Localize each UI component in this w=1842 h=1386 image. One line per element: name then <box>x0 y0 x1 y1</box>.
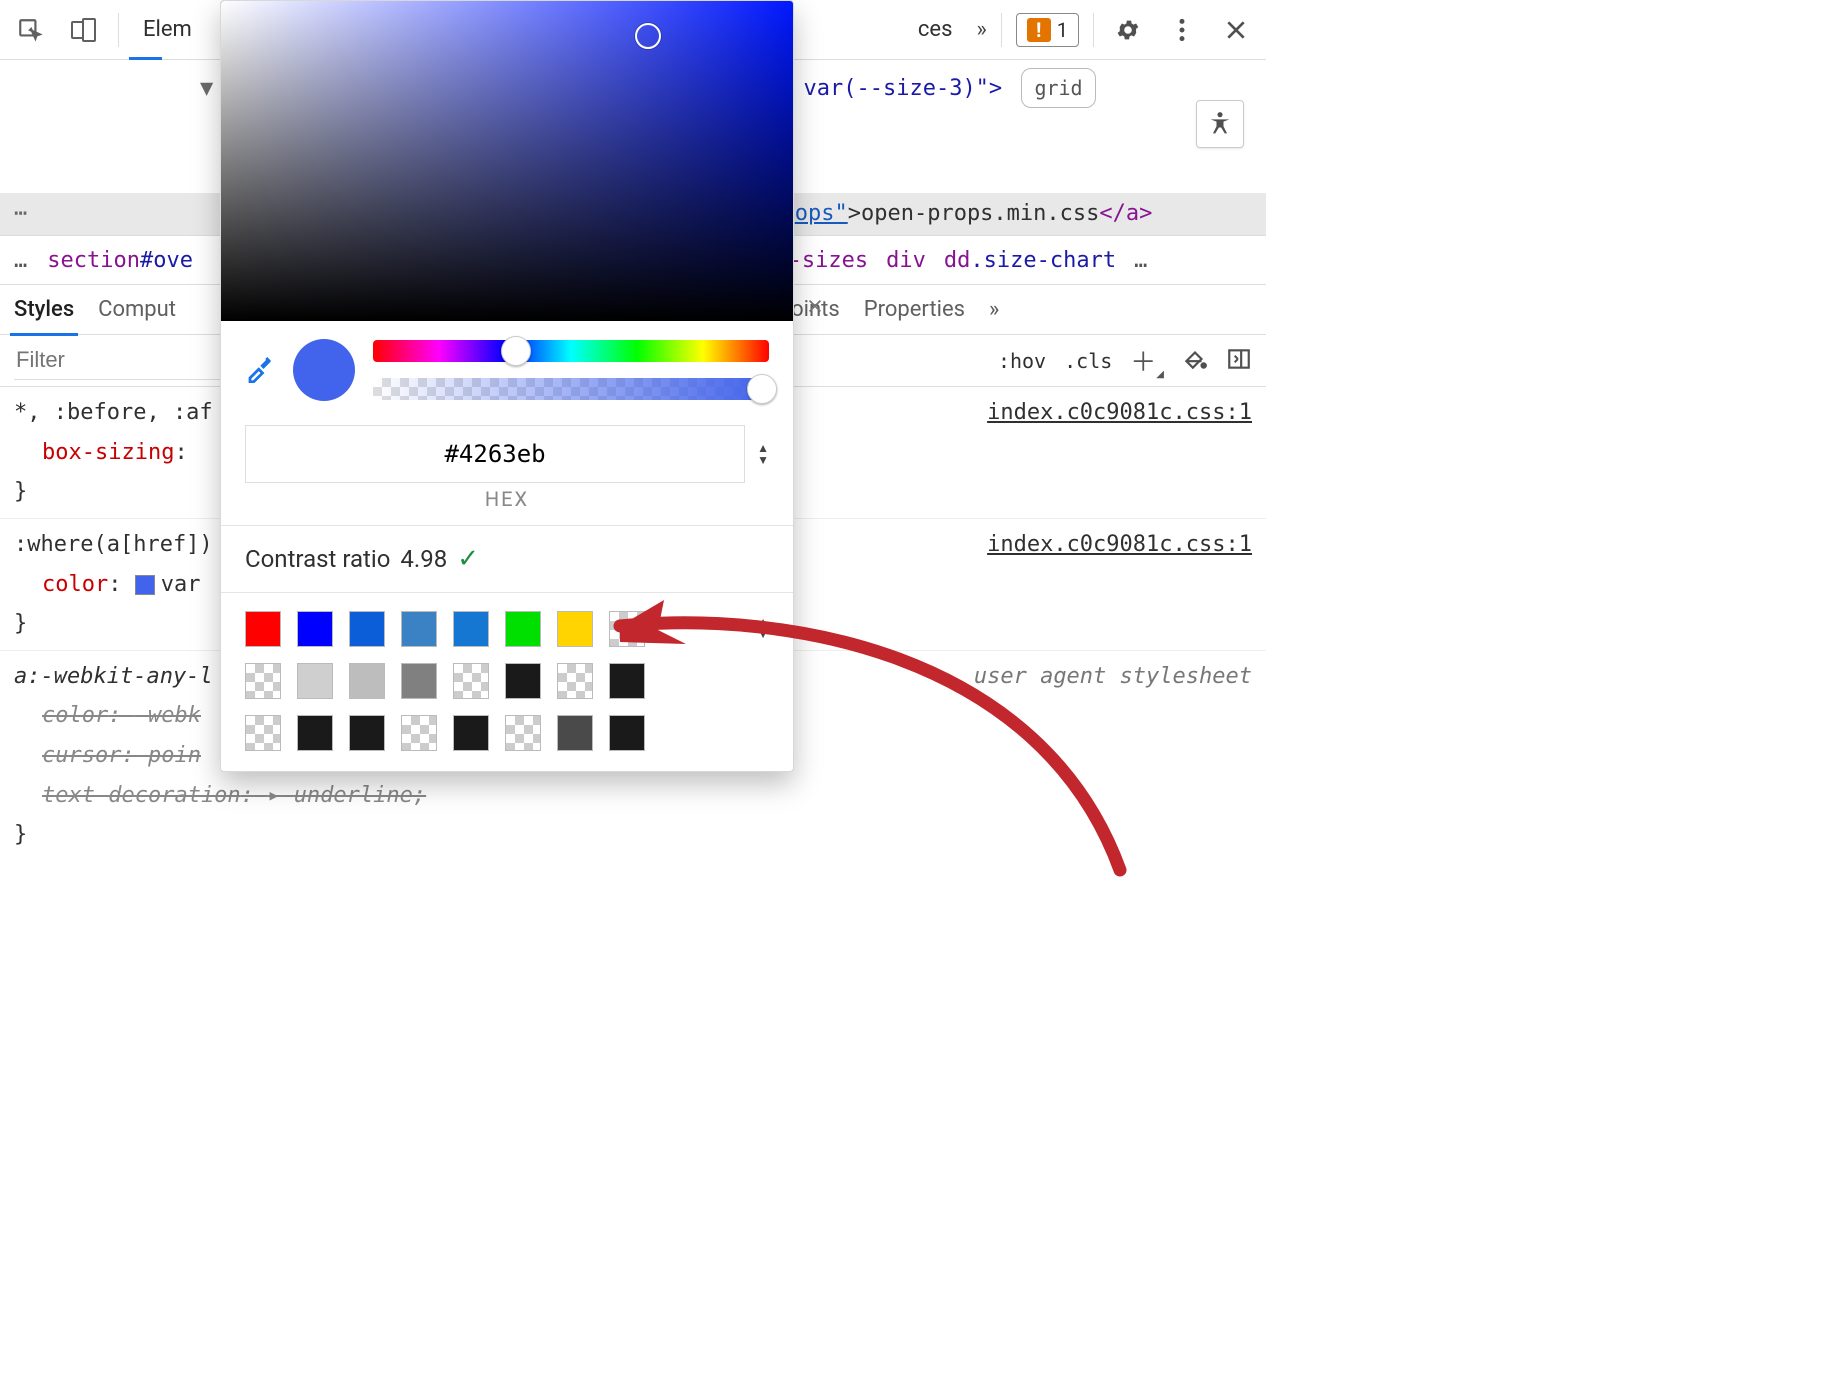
more-subtabs-chevron-icon[interactable]: » <box>989 297 999 322</box>
settings-gear-icon[interactable] <box>1108 10 1148 50</box>
contrast-value: 4.98 <box>400 545 447 573</box>
color-format-label: HEX <box>221 487 793 525</box>
inspect-element-icon[interactable] <box>10 10 50 50</box>
attr-value: var(--size-3)"> <box>804 76 1003 101</box>
hue-thumb[interactable] <box>501 336 531 366</box>
palette-swatch[interactable] <box>609 663 645 699</box>
more-tabs-chevron-icon[interactable]: » <box>976 17 986 42</box>
user-agent-label: user agent stylesheet <box>974 657 1252 697</box>
toolbar-divider <box>1001 13 1002 47</box>
close-devtools-icon[interactable] <box>1216 10 1256 50</box>
palette-swatch[interactable] <box>505 611 541 647</box>
close-icon[interactable] <box>806 288 824 330</box>
palette-swatch[interactable] <box>505 663 541 699</box>
color-format-stepper[interactable]: ▲▼ <box>757 443 769 465</box>
check-icon: ✓ <box>457 544 479 574</box>
palette-stepper[interactable]: ▲▼ <box>757 617 769 639</box>
palette-swatch[interactable] <box>245 611 281 647</box>
palette-swatch[interactable] <box>349 715 385 751</box>
palette-swatch[interactable] <box>297 611 333 647</box>
tab-elements[interactable]: Elem <box>133 17 202 42</box>
tab-sources-partial[interactable]: ces <box>908 17 963 42</box>
palette-swatch[interactable] <box>401 663 437 699</box>
subtab-styles[interactable]: Styles <box>14 297 74 322</box>
toolbar-divider <box>118 13 119 47</box>
palette-swatch[interactable] <box>557 663 593 699</box>
issues-count: 1 <box>1057 18 1068 42</box>
palette-swatch[interactable] <box>557 611 593 647</box>
breadcrumb-item[interactable]: div <box>886 248 926 273</box>
palette-swatch[interactable] <box>609 715 645 751</box>
paint-bucket-icon[interactable] <box>1182 346 1208 376</box>
cls-toggle[interactable]: .cls <box>1064 349 1112 373</box>
contrast-ratio-row[interactable]: Contrast ratio 4.98 ✓ <box>221 525 793 593</box>
alpha-slider[interactable] <box>373 378 769 400</box>
hex-value-input[interactable] <box>245 425 745 483</box>
css-property[interactable]: box-sizing <box>14 440 174 465</box>
breadcrumb-item[interactable]: dd.size-chart <box>944 248 1116 273</box>
eyedropper-icon[interactable] <box>245 353 275 387</box>
palette-swatch[interactable] <box>453 611 489 647</box>
sv-handle[interactable] <box>635 23 661 49</box>
palette-swatch[interactable] <box>245 663 281 699</box>
breadcrumb-overflow-right[interactable]: … <box>1134 248 1149 273</box>
palette-swatch[interactable] <box>505 715 541 751</box>
breadcrumb-overflow-left[interactable]: … <box>14 248 29 273</box>
palette-swatch[interactable] <box>349 663 385 699</box>
accessibility-button[interactable] <box>1196 100 1244 148</box>
sidebar-toggle-icon[interactable] <box>1226 346 1252 376</box>
palette-swatch[interactable] <box>401 715 437 751</box>
source-link[interactable]: index.c0c9081c.css:1 <box>987 393 1252 433</box>
palette-swatch[interactable] <box>557 715 593 751</box>
palette-swatches <box>245 611 645 751</box>
source-link[interactable]: index.c0c9081c.css:1 <box>987 525 1252 565</box>
toolbar-divider <box>1093 13 1094 47</box>
breadcrumb-item[interactable]: section#ove <box>47 248 193 273</box>
new-rule-plus-icon[interactable]: ＋◢ <box>1130 342 1164 379</box>
palette-swatch[interactable] <box>401 611 437 647</box>
color-picker-panel: ▲▼ HEX Contrast ratio 4.98 ✓ ▲▼ <box>220 0 794 772</box>
close-tag: </a> <box>1099 201 1152 226</box>
color-swatch[interactable] <box>135 575 155 595</box>
kebab-menu-icon[interactable] <box>1162 10 1202 50</box>
alpha-thumb[interactable] <box>747 374 777 404</box>
palette-swatch[interactable] <box>453 715 489 751</box>
palette-swatch[interactable] <box>297 663 333 699</box>
current-color-preview <box>293 339 355 401</box>
palette-swatch[interactable] <box>609 611 645 647</box>
subtab-computed[interactable]: Comput <box>98 297 176 322</box>
subtab-properties[interactable]: Properties <box>864 297 965 322</box>
palette-swatch[interactable] <box>245 715 281 751</box>
palette-swatch[interactable] <box>349 611 385 647</box>
issues-badge[interactable]: ! 1 <box>1016 13 1079 47</box>
hov-toggle[interactable]: :hov <box>998 349 1046 373</box>
saturation-value-field[interactable] <box>221 1 793 321</box>
grid-badge[interactable]: grid <box>1021 68 1095 108</box>
overflow-ellipsis-icon: ⋯ <box>0 201 30 226</box>
contrast-label: Contrast ratio <box>245 545 390 573</box>
warning-icon: ! <box>1027 18 1051 42</box>
css-property[interactable]: color <box>14 572 108 597</box>
palette-swatch[interactable] <box>453 663 489 699</box>
device-toolbar-icon[interactable] <box>64 10 104 50</box>
collapse-triangle-icon[interactable]: ▼ <box>200 76 213 101</box>
hue-slider[interactable] <box>373 340 769 362</box>
href-link[interactable]: ops" <box>795 201 848 226</box>
palette-swatch[interactable] <box>297 715 333 751</box>
